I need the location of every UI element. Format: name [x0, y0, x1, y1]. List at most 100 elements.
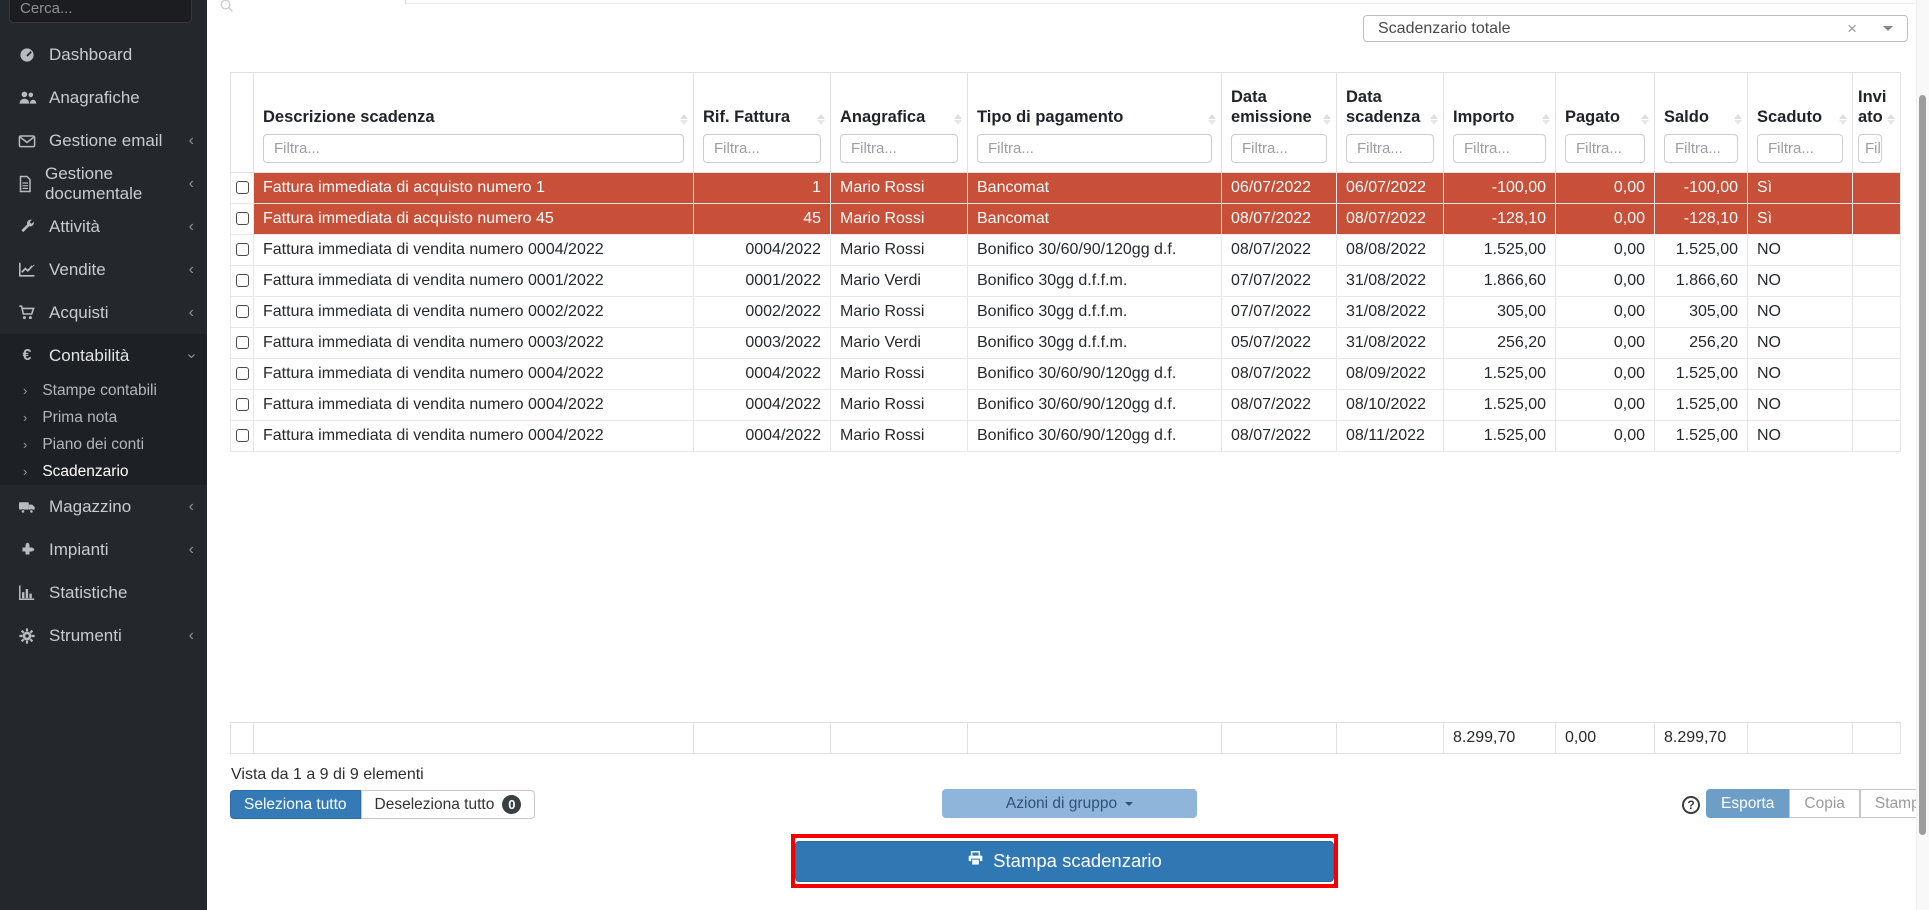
row-checkbox[interactable]: [236, 305, 249, 318]
export-button[interactable]: Esporta: [1706, 789, 1789, 818]
sidebar-item-label: Impianti: [49, 540, 109, 560]
sidebar-item-statistiche[interactable]: Statistiche: [0, 571, 207, 614]
cell-saldo: -128,10: [1655, 204, 1748, 235]
results-info: Vista da 1 a 9 di 9 elementi: [231, 766, 424, 784]
sidebar-item-anagrafiche[interactable]: Anagrafiche: [0, 76, 207, 119]
submenu-arrow-icon: ›: [23, 383, 27, 398]
sidebar-item-gestione-documentale[interactable]: Gestione documentale ‹: [0, 162, 207, 205]
sidebar-search[interactable]: [9, 0, 192, 23]
table-row[interactable]: Fattura immediata di vendita numero 0001…: [231, 266, 1901, 297]
sidebar-subitem-prima-nota[interactable]: › Prima nota: [0, 404, 207, 431]
row-checkbox[interactable]: [236, 398, 249, 411]
table-row[interactable]: Fattura immediata di vendita numero 0004…: [231, 359, 1901, 390]
cell-rif-fattura: 0004/2022: [694, 235, 831, 266]
row-checkbox[interactable]: [236, 181, 249, 194]
filter-scaduto-input[interactable]: [1757, 134, 1843, 163]
cell-inviato: [1853, 235, 1901, 266]
sidebar-item-strumenti[interactable]: Strumenti ‹: [0, 614, 207, 657]
search-icon[interactable]: [219, 0, 234, 18]
filter-rif-input[interactable]: [703, 134, 821, 163]
filter-inviato-input[interactable]: [1858, 134, 1882, 163]
sidebar-menu: Dashboard Anagrafiche Gestione email ‹ G…: [0, 33, 207, 657]
table-row[interactable]: Fattura immediata di vendita numero 0004…: [231, 421, 1901, 452]
header-descrizione[interactable]: Descrizione scadenza: [254, 73, 694, 173]
cell-importo: 1.525,00: [1444, 359, 1556, 390]
search-input[interactable]: [20, 0, 219, 17]
header-data-emissione[interactable]: Data emissione: [1222, 73, 1337, 173]
select-caret-icon[interactable]: [1883, 26, 1893, 31]
cell-scaduto: NO: [1748, 421, 1853, 452]
deselect-all-button[interactable]: Deseleziona tutto 0: [361, 790, 536, 819]
plant-icon: [14, 541, 40, 558]
chevron-left-icon: ‹: [189, 219, 194, 235]
cell-rif-fattura: 0002/2022: [694, 297, 831, 328]
filter-tipo-input[interactable]: [977, 134, 1212, 163]
header-tipo-pagamento[interactable]: Tipo di pagamento: [968, 73, 1222, 173]
sidebar-subitem-scadenzario[interactable]: › Scadenzario: [0, 458, 207, 485]
sidebar-item-label: Statistiche: [49, 583, 127, 603]
sidebar-item-acquisti[interactable]: Acquisti ‹: [0, 291, 207, 334]
select-value: Scadenzario totale: [1378, 20, 1847, 38]
header-data-scadenza[interactable]: Data scadenza: [1337, 73, 1444, 173]
sidebar-item-gestione-email[interactable]: Gestione email ‹: [0, 119, 207, 162]
cell-saldo: 305,00: [1655, 297, 1748, 328]
header-scaduto[interactable]: Scaduto: [1748, 73, 1853, 173]
sidebar-item-magazzino[interactable]: Magazzino ‹: [0, 485, 207, 528]
table-row[interactable]: Fattura immediata di vendita numero 0004…: [231, 390, 1901, 421]
header-saldo[interactable]: Saldo: [1655, 73, 1748, 173]
table-row[interactable]: Fattura immediata di vendita numero 0004…: [231, 235, 1901, 266]
row-checkbox[interactable]: [236, 429, 249, 442]
filter-scadenza-input[interactable]: [1346, 134, 1434, 163]
filter-emissione-input[interactable]: [1231, 134, 1327, 163]
header-anagrafica[interactable]: Anagrafica: [831, 73, 968, 173]
cell-tipo-pagamento: Bancomat: [968, 173, 1222, 204]
sidebar-item-label: Dashboard: [49, 45, 132, 65]
sidebar-subitem-piano-dei-conti[interactable]: › Piano dei conti: [0, 431, 207, 458]
copy-button[interactable]: Copia: [1789, 789, 1860, 818]
sort-icon: [1207, 113, 1217, 126]
row-checkbox[interactable]: [236, 336, 249, 349]
sidebar-subitem-stampe-contabili[interactable]: › Stampe contabili: [0, 377, 207, 404]
table-row[interactable]: Fattura immediata di vendita numero 0002…: [231, 297, 1901, 328]
cell-descrizione: Fattura immediata di vendita numero 0002…: [254, 297, 694, 328]
stampa-scadenzario-button[interactable]: Stampa scadenzario: [795, 841, 1334, 882]
table-body: Fattura immediata di acquisto numero 1 1…: [231, 173, 1901, 452]
panel-top-border: [405, 3, 1915, 4]
group-actions-button[interactable]: Azioni di gruppo: [942, 789, 1197, 818]
header-pagato[interactable]: Pagato: [1556, 73, 1655, 173]
select-all-button[interactable]: Seleziona tutto: [230, 790, 361, 819]
filter-pagato-input[interactable]: [1565, 134, 1645, 163]
sidebar-item-vendite[interactable]: Vendite ‹: [0, 248, 207, 291]
bar-chart-icon: [14, 584, 40, 601]
clear-selection-icon[interactable]: ×: [1847, 19, 1857, 39]
cell-data-scadenza: 08/11/2022: [1337, 421, 1444, 452]
filter-saldo-input[interactable]: [1664, 134, 1738, 163]
cell-data-emissione: 05/07/2022: [1222, 328, 1337, 359]
filter-importo-input[interactable]: [1453, 134, 1546, 163]
sidebar-item-attivita[interactable]: Attività ‹: [0, 205, 207, 248]
row-checkbox[interactable]: [236, 367, 249, 380]
table-row[interactable]: Fattura immediata di vendita numero 0003…: [231, 328, 1901, 359]
row-checkbox[interactable]: [236, 212, 249, 225]
filter-anagrafica-input[interactable]: [840, 134, 958, 163]
header-inviato[interactable]: Inviato: [1853, 73, 1901, 173]
users-icon: [14, 89, 40, 106]
row-checkbox[interactable]: [236, 243, 249, 256]
sidebar-subitem-label: Stampe contabili: [42, 382, 157, 400]
sidebar-item-contabilita[interactable]: € Contabilità ‹: [0, 334, 207, 377]
help-icon[interactable]: ?: [1682, 796, 1700, 814]
cell-descrizione: Fattura immediata di acquisto numero 1: [254, 173, 694, 204]
cell-pagato: 0,00: [1556, 266, 1655, 297]
table-row[interactable]: Fattura immediata di acquisto numero 45 …: [231, 204, 1901, 235]
row-checkbox[interactable]: [236, 274, 249, 287]
header-importo[interactable]: Importo: [1444, 73, 1556, 173]
sidebar-item-dashboard[interactable]: Dashboard: [0, 33, 207, 76]
filter-descrizione-input[interactable]: [263, 134, 684, 163]
table-row[interactable]: Fattura immediata di acquisto numero 1 1…: [231, 173, 1901, 204]
cell-data-emissione: 08/07/2022: [1222, 235, 1337, 266]
scrollbar-thumb[interactable]: [1919, 95, 1926, 835]
sidebar-item-impianti[interactable]: Impianti ‹: [0, 528, 207, 571]
header-rif-fattura[interactable]: Rif. Fattura: [694, 73, 831, 173]
sort-icon: [1322, 113, 1332, 126]
scadenzario-type-select[interactable]: Scadenzario totale ×: [1363, 15, 1908, 42]
